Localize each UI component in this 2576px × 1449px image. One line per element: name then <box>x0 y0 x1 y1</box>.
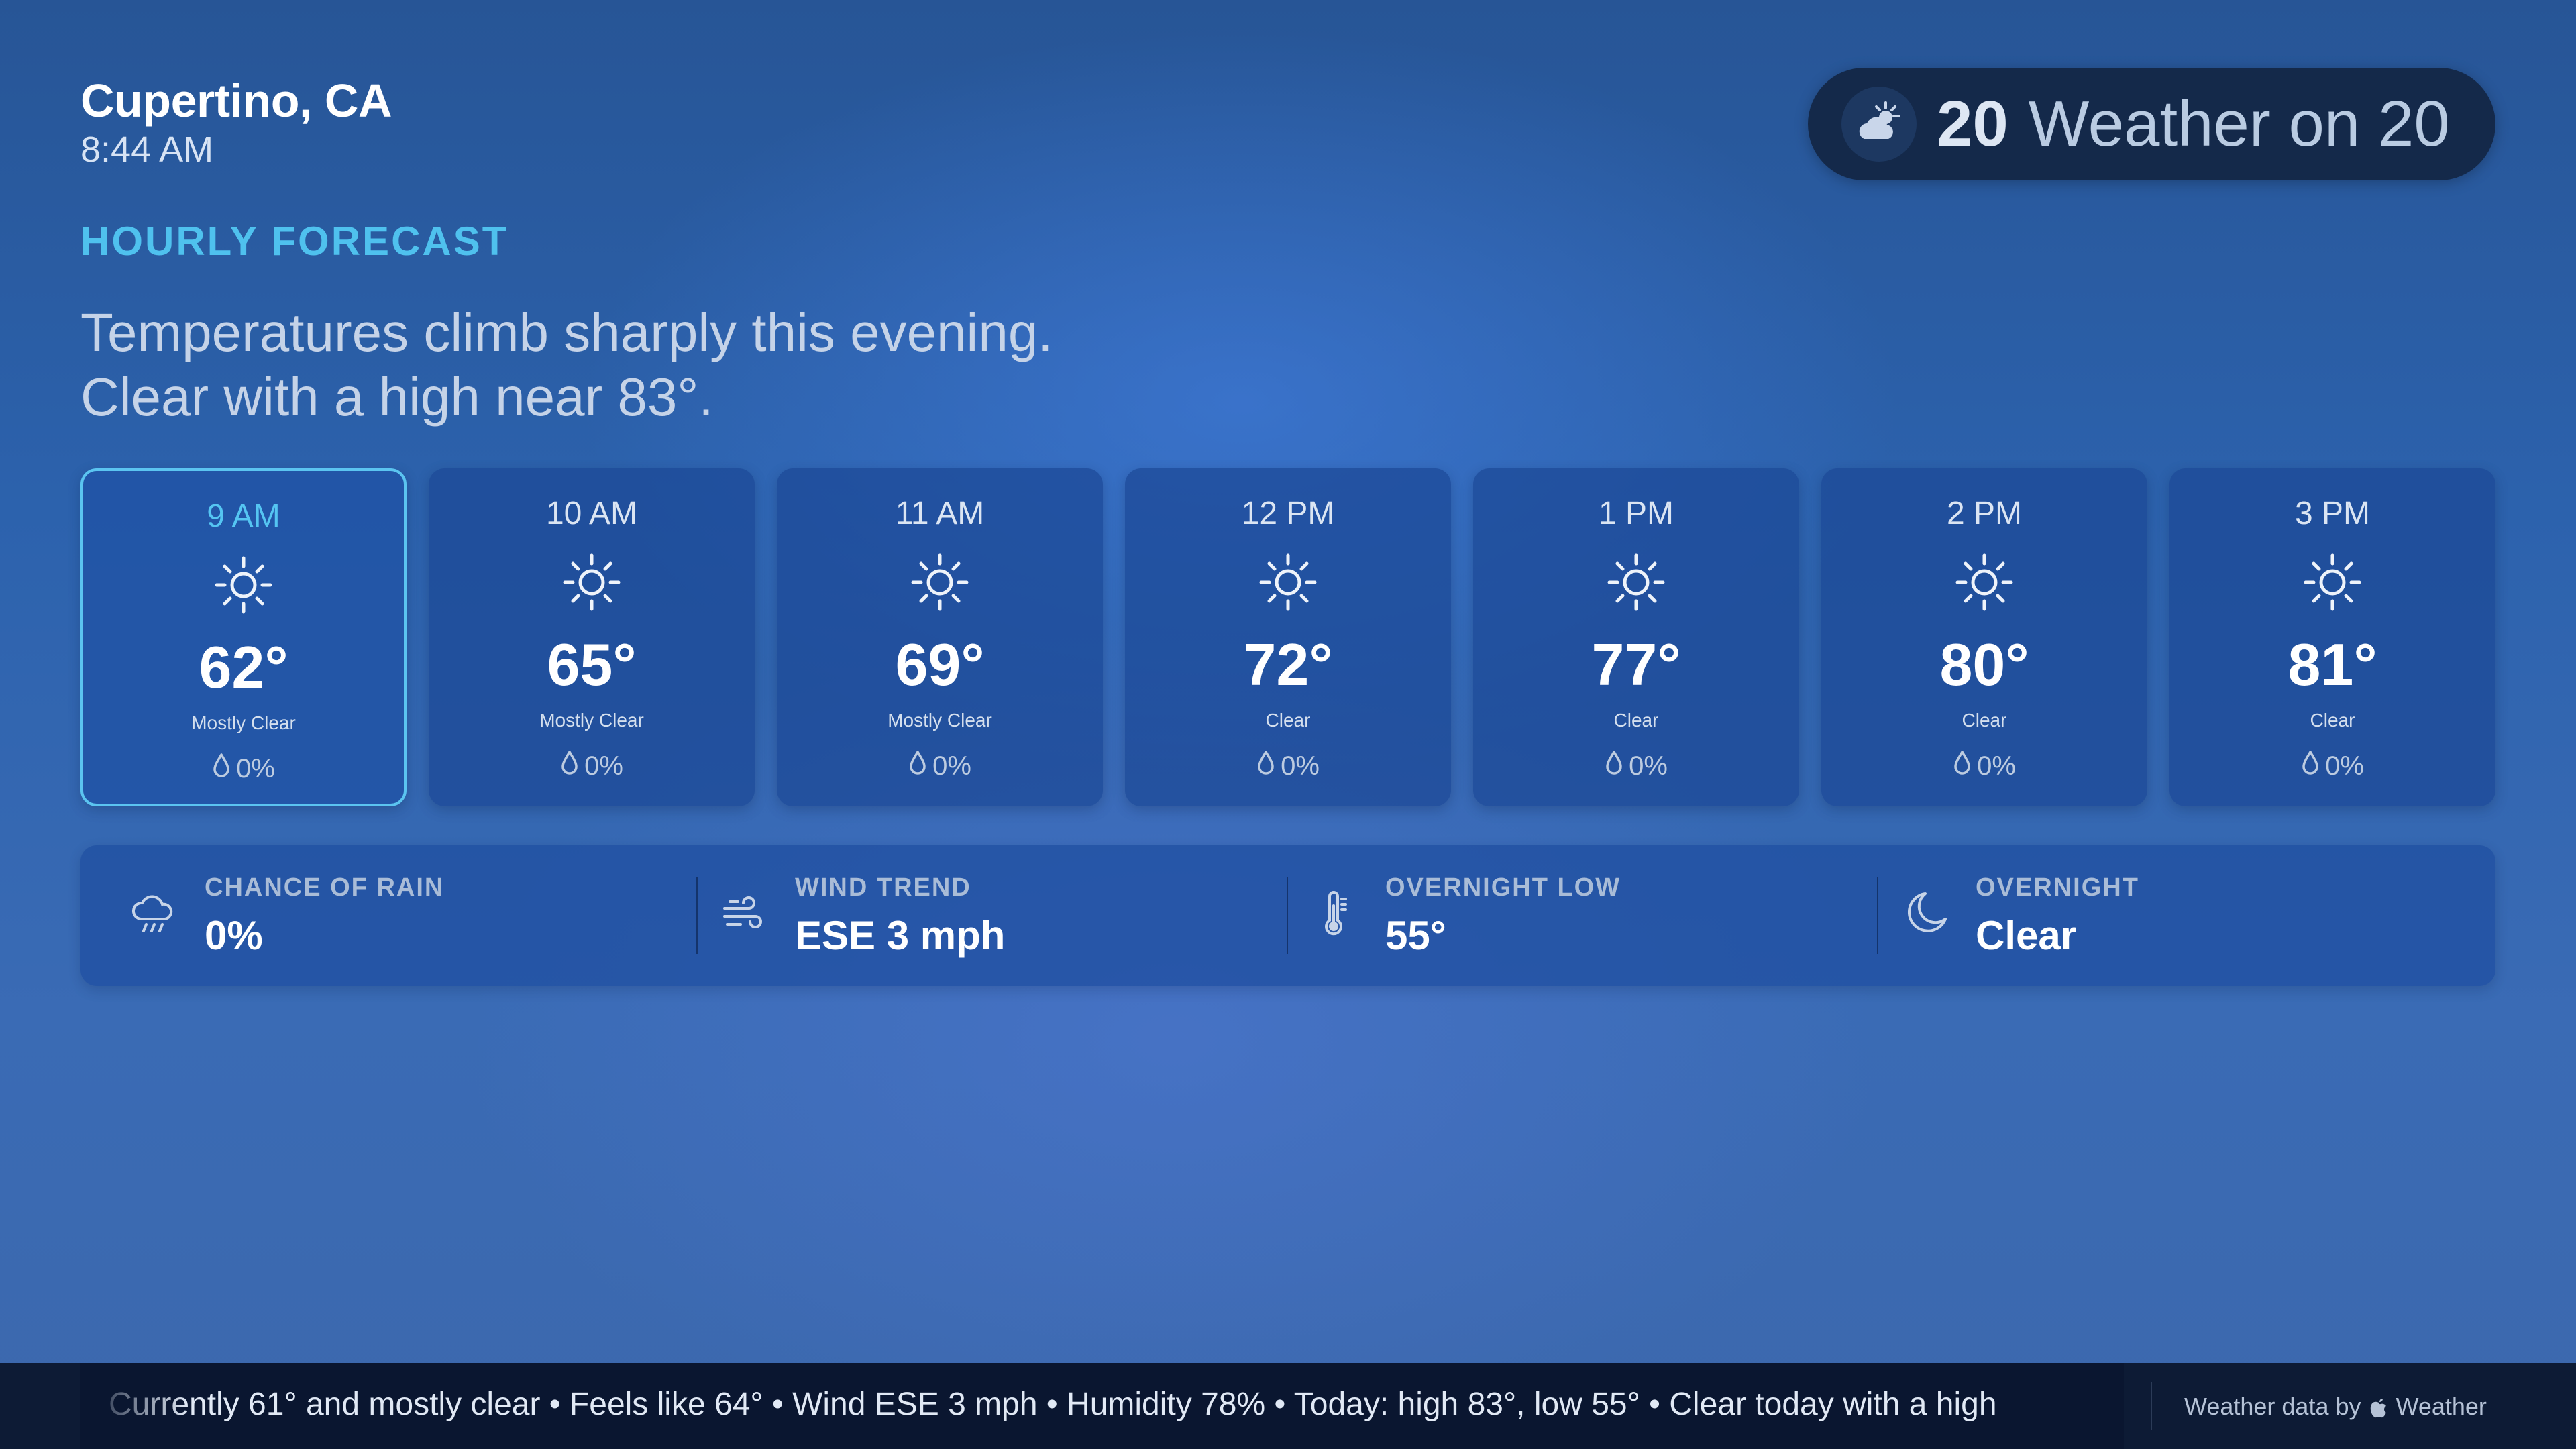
hour-condition: Clear <box>1265 710 1311 731</box>
hourly-card[interactable]: 3 PM 81° Clear 0% <box>2169 468 2496 806</box>
ticker-fade-right <box>2003 1363 2124 1449</box>
precip-value: 0% <box>1281 751 1320 781</box>
hour-condition: Clear <box>1613 710 1659 731</box>
hour-temperature: 62° <box>199 634 288 700</box>
attribution-prefix: Weather data by <box>2184 1393 2361 1420</box>
stat-value: ESE 3 mph <box>795 913 1006 958</box>
hour-condition: Mostly Clear <box>191 712 296 733</box>
sun-icon <box>210 551 277 619</box>
sun-icon <box>2299 549 2366 616</box>
hour-label: 1 PM <box>1598 496 1674 531</box>
ticker-track: Currently 61° and mostly clear • Feels l… <box>80 1363 2124 1449</box>
sun-icon <box>906 549 973 616</box>
hourly-card[interactable]: 12 PM 72° Clear 0% <box>1125 468 1451 806</box>
raindrop-icon <box>1605 750 1623 782</box>
hour-label: 12 PM <box>1241 496 1335 531</box>
brand-name: Weather on 20 <box>2028 88 2450 160</box>
stat-overnight-low: OVERNIGHT LOW 55° <box>1261 845 1851 986</box>
raindrop-icon <box>1256 750 1275 782</box>
hour-temperature: 81° <box>2288 631 2377 698</box>
hour-label: 2 PM <box>1946 496 2023 531</box>
stat-wind-trend: WIND TREND ESE 3 mph <box>671 845 1261 986</box>
hour-precipitation: 0% <box>777 750 1103 782</box>
precip-value: 0% <box>932 751 971 781</box>
precip-value: 0% <box>236 753 275 784</box>
precip-value: 0% <box>2325 751 2364 781</box>
hour-condition: Clear <box>2310 710 2355 731</box>
hour-label: 11 AM <box>895 496 985 531</box>
hour-precipitation: 0% <box>83 753 404 785</box>
stat-label: OVERNIGHT LOW <box>1385 873 1621 902</box>
location-header: Cupertino, CA 8:44 AM <box>80 72 392 170</box>
sun-icon <box>558 549 625 616</box>
hourly-card[interactable]: 10 AM 65° Mostly Clear 0% <box>429 468 755 806</box>
sun-icon <box>1951 549 2018 616</box>
hour-label: 9 AM <box>207 498 280 534</box>
moon-icon <box>1898 887 1952 941</box>
ticker-fade-left <box>80 1363 188 1449</box>
partly-cloudy-icon <box>1841 87 1917 162</box>
stat-value: 55° <box>1385 913 1446 958</box>
hour-condition: Mostly Clear <box>539 710 644 731</box>
precip-value: 0% <box>1629 751 1668 781</box>
forecast-headline: Temperatures climb sharply this evening.… <box>80 301 1053 429</box>
hourly-card[interactable]: 2 PM 80° Clear 0% <box>1821 468 2147 806</box>
hourly-forecast-cards: 9 AM 62° Mostly Clear 0% 10 AM 65° Mostly Clea… <box>80 468 2496 806</box>
ticker-text: Currently 61° and mostly clear • Feels l… <box>109 1387 1997 1422</box>
news-ticker-bar: Currently 61° and mostly clear • Feels l… <box>0 1363 2576 1449</box>
precip-value: 0% <box>1977 751 2016 781</box>
summary-stats-bar: CHANCE OF RAIN 0% WIND TREND ESE 3 mph O… <box>80 845 2496 986</box>
raindrop-icon <box>908 750 927 782</box>
divider <box>2151 1382 2152 1430</box>
stat-value: 0% <box>205 913 263 958</box>
section-label: HOURLY FORECAST <box>80 219 509 264</box>
raindrop-icon <box>2301 750 2320 782</box>
city-name: Cupertino, CA <box>80 74 392 127</box>
stat-chance-of-rain: CHANCE OF RAIN 0% <box>80 845 671 986</box>
apple-logo-icon <box>2370 1399 2386 1418</box>
stat-label: OVERNIGHT <box>1976 873 2139 902</box>
current-time: 8:44 AM <box>80 129 214 170</box>
brand-pill: 20 Weather on 20 <box>1808 68 2496 180</box>
hour-condition: Clear <box>1962 710 2007 731</box>
rain-cloud-icon <box>127 887 181 941</box>
attribution-name: Weather <box>2396 1393 2487 1420</box>
hour-label: 10 AM <box>545 496 638 531</box>
headline-line-1: Temperatures climb sharply this evening. <box>80 303 1053 362</box>
raindrop-icon <box>560 750 579 782</box>
stat-overnight: OVERNIGHT Clear <box>1851 845 2442 986</box>
wind-icon <box>718 887 771 941</box>
thermometer-icon <box>1308 887 1362 941</box>
sun-icon <box>1254 549 1322 616</box>
hour-precipitation: 0% <box>429 750 755 782</box>
hour-precipitation: 0% <box>1473 750 1799 782</box>
hourly-card[interactable]: 1 PM 77° Clear 0% <box>1473 468 1799 806</box>
sun-icon <box>1603 549 1670 616</box>
hourly-card[interactable]: 9 AM 62° Mostly Clear 0% <box>80 468 407 806</box>
hour-precipitation: 0% <box>2169 750 2496 782</box>
raindrop-icon <box>212 753 231 785</box>
hour-label: 3 PM <box>2294 496 2371 531</box>
hour-precipitation: 0% <box>1821 750 2147 782</box>
stat-label: CHANCE OF RAIN <box>205 873 445 902</box>
hour-temperature: 69° <box>895 631 985 698</box>
raindrop-icon <box>1953 750 1972 782</box>
stat-value: Clear <box>1976 913 2077 958</box>
headline-line-2: Clear with a high near 83°. <box>80 367 714 427</box>
stat-label: WIND TREND <box>795 873 971 902</box>
hour-temperature: 77° <box>1591 631 1681 698</box>
hour-temperature: 80° <box>1939 631 2029 698</box>
hour-temperature: 72° <box>1243 631 1333 698</box>
hour-condition: Mostly Clear <box>888 710 992 731</box>
hour-precipitation: 0% <box>1125 750 1451 782</box>
hour-temperature: 65° <box>547 631 637 698</box>
data-attribution: Weather data by Weather <box>2184 1393 2487 1421</box>
channel-number: 20 <box>1937 88 2008 160</box>
precip-value: 0% <box>584 751 623 781</box>
hourly-card[interactable]: 11 AM 69° Mostly Clear 0% <box>777 468 1103 806</box>
